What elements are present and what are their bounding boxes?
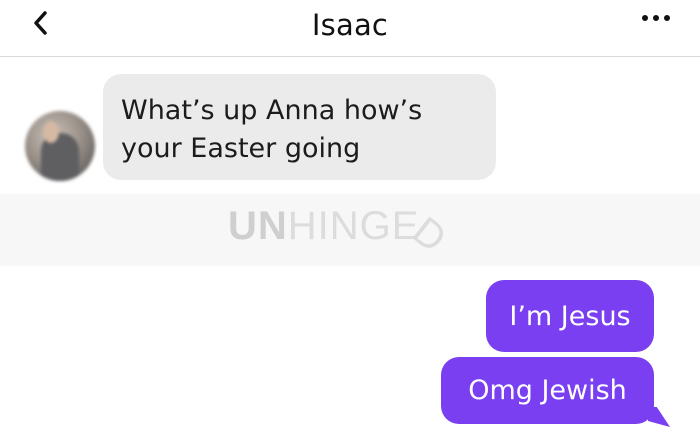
avatar-face <box>43 121 59 143</box>
chat-header: Isaac <box>0 0 700 57</box>
watermark-bold: UN <box>228 204 288 248</box>
watermark-thin: HINGE <box>287 204 420 248</box>
message-text: What’s up Anna how’s your Easter going <box>121 95 423 164</box>
message-text: I’m Jesus <box>509 300 631 332</box>
more-horizontal-icon <box>642 15 648 21</box>
message-text: Omg Jewish <box>468 375 627 406</box>
more-options-button[interactable] <box>636 6 676 30</box>
bubble-tail <box>648 407 670 427</box>
contact-name: Isaac <box>311 8 389 42</box>
message-thread[interactable]: What’s up Anna how’s your Easter going U… <box>0 57 700 443</box>
outgoing-message-bubble[interactable]: I’m Jesus <box>486 280 654 352</box>
more-horizontal-icon <box>653 15 659 21</box>
outgoing-message-bubble[interactable]: Omg Jewish <box>441 357 654 424</box>
watermark-logo: UNHINGED <box>228 204 455 264</box>
avatar[interactable] <box>25 111 95 181</box>
incoming-message-bubble[interactable]: What’s up Anna how’s your Easter going <box>103 74 496 180</box>
more-horizontal-icon <box>664 15 670 21</box>
